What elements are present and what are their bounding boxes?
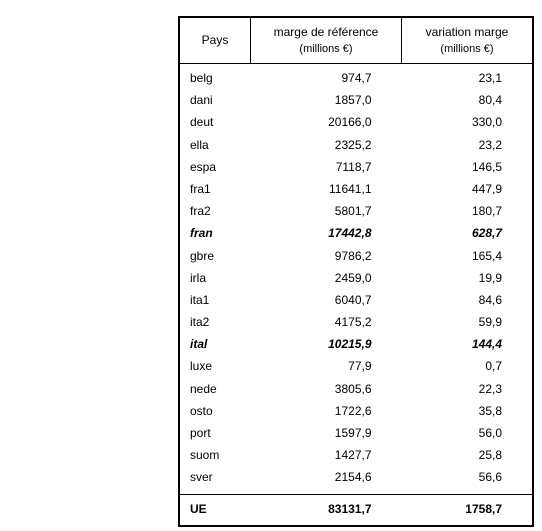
cell-pays: espa xyxy=(179,156,251,178)
cell-pays: ella xyxy=(179,134,251,156)
cell-var: 56,6 xyxy=(402,466,534,494)
cell-pays: ita1 xyxy=(179,289,251,311)
cell-var: 84,6 xyxy=(402,289,534,311)
table-row: suom1427,725,8 xyxy=(179,444,533,466)
table-row: fra111641,1447,9 xyxy=(179,178,533,200)
cell-var: 80,4 xyxy=(402,89,534,111)
cell-ref: 10215,9 xyxy=(251,333,402,355)
cell-pays: ital xyxy=(179,333,251,355)
cell-pays: fra1 xyxy=(179,178,251,200)
cell-var: 59,9 xyxy=(402,311,534,333)
cell-pays: fra2 xyxy=(179,200,251,222)
cell-pays: ita2 xyxy=(179,311,251,333)
cell-pays: osto xyxy=(179,400,251,422)
cell-var: 0,7 xyxy=(402,355,534,377)
cell-ref: 20166,0 xyxy=(251,111,402,133)
cell-pays: deut xyxy=(179,111,251,133)
table-row: osto1722,635,8 xyxy=(179,400,533,422)
cell-var: 23,2 xyxy=(402,134,534,156)
cell-ref: 2325,2 xyxy=(251,134,402,156)
cell-var: 25,8 xyxy=(402,444,534,466)
cell-ref: 1597,9 xyxy=(251,422,402,444)
header-pays-label: Pays xyxy=(202,33,229,47)
cell-var: 35,8 xyxy=(402,400,534,422)
cell-var: 180,7 xyxy=(402,200,534,222)
total-pays: UE xyxy=(179,494,251,526)
table-row: sver2154,656,6 xyxy=(179,466,533,494)
header-var-l1: variation marge xyxy=(426,25,509,39)
cell-pays: nede xyxy=(179,378,251,400)
cell-var: 146,5 xyxy=(402,156,534,178)
table-body: belg974,723,1dani1857,080,4deut20166,033… xyxy=(179,64,533,526)
cell-pays: gbre xyxy=(179,245,251,267)
cell-pays: belg xyxy=(179,64,251,90)
cell-var: 22,3 xyxy=(402,378,534,400)
cell-var: 447,9 xyxy=(402,178,534,200)
cell-var: 23,1 xyxy=(402,64,534,90)
cell-ref: 6040,7 xyxy=(251,289,402,311)
total-ref: 83131,7 xyxy=(251,494,402,526)
table-row: espa7118,7146,5 xyxy=(179,156,533,178)
table-row: gbre9786,2165,4 xyxy=(179,245,533,267)
cell-ref: 974,7 xyxy=(251,64,402,90)
cell-var: 628,7 xyxy=(402,222,534,244)
table-row: dani1857,080,4 xyxy=(179,89,533,111)
total-var: 1758,7 xyxy=(402,494,534,526)
cell-var: 19,9 xyxy=(402,267,534,289)
cell-ref: 77,9 xyxy=(251,355,402,377)
cell-var: 56,0 xyxy=(402,422,534,444)
cell-ref: 7118,7 xyxy=(251,156,402,178)
cell-var: 330,0 xyxy=(402,111,534,133)
cell-ref: 1857,0 xyxy=(251,89,402,111)
cell-pays: luxe xyxy=(179,355,251,377)
cell-ref: 11641,1 xyxy=(251,178,402,200)
table-row: irla2459,019,9 xyxy=(179,267,533,289)
table-row: ita16040,784,6 xyxy=(179,289,533,311)
cell-pays: suom xyxy=(179,444,251,466)
cell-var: 144,4 xyxy=(402,333,534,355)
margins-table: Pays marge de référence (millions €) var… xyxy=(178,16,534,527)
header-ref: marge de référence (millions €) xyxy=(251,17,402,64)
cell-ref: 3805,6 xyxy=(251,378,402,400)
table-row: port1597,956,0 xyxy=(179,422,533,444)
table-row: nede3805,622,3 xyxy=(179,378,533,400)
table-row: ella2325,223,2 xyxy=(179,134,533,156)
header-ref-l1: marge de référence xyxy=(274,25,379,39)
cell-ref: 2459,0 xyxy=(251,267,402,289)
cell-pays: irla xyxy=(179,267,251,289)
cell-ref: 1427,7 xyxy=(251,444,402,466)
table-row: luxe77,90,7 xyxy=(179,355,533,377)
table-row: ital10215,9144,4 xyxy=(179,333,533,355)
cell-var: 165,4 xyxy=(402,245,534,267)
header-var: variation marge (millions €) xyxy=(402,17,534,64)
cell-ref: 17442,8 xyxy=(251,222,402,244)
header-pays: Pays xyxy=(179,17,251,64)
cell-ref: 9786,2 xyxy=(251,245,402,267)
cell-pays: sver xyxy=(179,466,251,494)
cell-ref: 2154,6 xyxy=(251,466,402,494)
header-ref-l2: (millions €) xyxy=(299,43,352,55)
table-row: belg974,723,1 xyxy=(179,64,533,90)
cell-pays: port xyxy=(179,422,251,444)
cell-ref: 1722,6 xyxy=(251,400,402,422)
table-row: fran17442,8628,7 xyxy=(179,222,533,244)
cell-ref: 4175,2 xyxy=(251,311,402,333)
header-row: Pays marge de référence (millions €) var… xyxy=(179,17,533,64)
header-var-l2: (millions €) xyxy=(440,43,493,55)
table-row: deut20166,0330,0 xyxy=(179,111,533,133)
total-row: UE83131,71758,7 xyxy=(179,494,533,526)
cell-pays: fran xyxy=(179,222,251,244)
table-row: ita24175,259,9 xyxy=(179,311,533,333)
cell-pays: dani xyxy=(179,89,251,111)
cell-ref: 5801,7 xyxy=(251,200,402,222)
table-row: fra25801,7180,7 xyxy=(179,200,533,222)
